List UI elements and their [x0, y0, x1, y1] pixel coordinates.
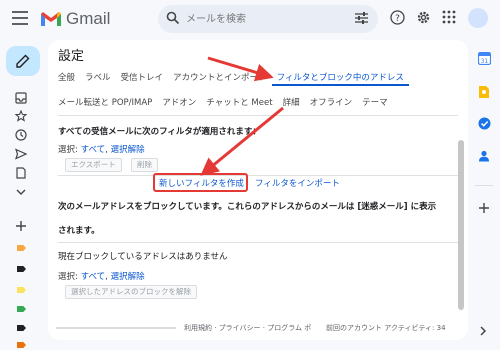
label-orange-icon[interactable] — [17, 245, 26, 251]
divider — [475, 185, 493, 186]
contacts-icon[interactable] — [478, 150, 490, 162]
star-icon[interactable] — [15, 110, 27, 122]
tab-inbox[interactable]: 受信トレイ — [116, 70, 169, 86]
calendar-icon[interactable]: 31 — [478, 52, 491, 65]
help-icon[interactable]: ? — [390, 10, 405, 25]
tab-filters-blocked[interactable]: フィルタとブロック中のアドレス — [271, 70, 409, 86]
select-none-link[interactable]: 選択解除 — [111, 145, 145, 155]
settings-tabs-row-1: 全般 ラベル 受信トレイ アカウントとインポート フィルタとブロック中のアドレス — [48, 70, 409, 86]
filters-select-row: 選択: すべて, 選択解除 — [58, 145, 145, 155]
label-green-icon[interactable] — [17, 306, 26, 312]
export-button[interactable]: エクスポート — [65, 158, 122, 172]
divider — [58, 175, 458, 176]
top-bar: Gmail ? — [0, 0, 500, 40]
create-filter-link[interactable]: 新しいフィルタを作成 — [159, 177, 244, 189]
chevron-down-icon[interactable] — [15, 186, 27, 198]
label-black-icon[interactable] — [17, 325, 26, 331]
tab-chat-meet[interactable]: チャットと Meet — [201, 95, 277, 111]
filters-heading: すべての受信メールに次のフィルタが適用されます： — [58, 127, 261, 137]
avatar[interactable] — [468, 8, 488, 28]
tab-forwarding-pop-imap[interactable]: メール転送と POP/IMAP — [48, 95, 157, 111]
blocked-heading-line1: 次のメールアドレスをブロックしています。これらのアドレスからのメールは [迷惑メ… — [58, 202, 437, 212]
tab-themes[interactable]: テーマ — [357, 95, 393, 111]
app-name: Gmail — [66, 9, 111, 28]
plus-icon[interactable] — [478, 202, 490, 214]
blocked-none-text: 現在ブロックしているアドレスはありません — [58, 252, 228, 262]
footer: 利用規約 · プライバシー · プログラム ポ 前回のアカウント アクティビティ… — [56, 323, 461, 340]
gear-icon[interactable] — [416, 10, 431, 25]
settings-panel: 設定 全般 ラベル 受信トレイ アカウントとインポート フィルタとブロック中のア… — [48, 40, 468, 340]
send-icon[interactable] — [15, 148, 27, 160]
label-black-icon[interactable] — [17, 266, 26, 272]
search-icon[interactable] — [166, 11, 180, 25]
tab-advanced[interactable]: 詳細 — [278, 95, 305, 111]
keep-icon[interactable] — [478, 85, 490, 99]
footer-links[interactable]: 利用規約 · プライバシー · プログラム ポ — [184, 323, 311, 333]
tune-icon[interactable] — [355, 12, 368, 24]
select-all-link[interactable]: すべて — [81, 272, 106, 282]
select-none-link[interactable]: 選択解除 — [111, 272, 145, 282]
page-title: 設定 — [58, 49, 85, 64]
search-input[interactable] — [186, 10, 336, 28]
divider — [58, 242, 458, 243]
gmail-m-icon — [41, 12, 61, 26]
chevron-right-icon[interactable] — [478, 325, 488, 337]
settings-tabs-row-2: メール転送と POP/IMAP アドオン チャットと Meet 詳細 オフライン… — [48, 95, 393, 111]
label-yellow-icon[interactable] — [17, 287, 26, 293]
menu-icon[interactable] — [12, 11, 28, 25]
select-all-link[interactable]: すべて — [81, 145, 106, 155]
gmail-logo[interactable]: Gmail — [40, 9, 110, 29]
search-bar[interactable] — [158, 5, 378, 33]
svg-text:?: ? — [395, 14, 400, 24]
divider — [58, 115, 458, 116]
svg-text:31: 31 — [481, 58, 489, 65]
tab-general[interactable]: 全般 — [48, 70, 80, 86]
plus-icon[interactable] — [15, 220, 27, 232]
label-orange-icon[interactable] — [17, 342, 26, 348]
clock-icon[interactable] — [15, 129, 27, 141]
last-activity: 前回のアカウント アクティビティ: 34 — [326, 324, 446, 332]
blocked-select-row: 選択: すべて, 選択解除 — [58, 272, 145, 282]
pencil-icon — [16, 54, 30, 68]
tab-offline[interactable]: オフライン — [305, 95, 358, 111]
scrollbar[interactable] — [458, 140, 464, 310]
tab-accounts-import[interactable]: アカウントとインポート — [168, 70, 272, 86]
select-label: 選択: — [58, 145, 78, 155]
tab-addons[interactable]: アドオン — [157, 95, 201, 111]
blocked-heading-line2: されます。 — [58, 226, 100, 236]
compose-button[interactable] — [6, 46, 40, 76]
draft-icon[interactable] — [15, 167, 27, 179]
tab-labels[interactable]: ラベル — [80, 70, 116, 86]
import-filters-link[interactable]: フィルタをインポート — [255, 177, 340, 189]
tasks-icon[interactable] — [478, 117, 491, 130]
apps-grid-icon[interactable] — [442, 10, 456, 24]
inbox-icon[interactable] — [15, 92, 27, 104]
delete-button[interactable]: 削除 — [131, 158, 158, 172]
unblock-selected-button[interactable]: 選択したアドレスのブロックを解除 — [65, 285, 197, 299]
storage-bar — [56, 327, 176, 329]
select-label: 選択: — [58, 272, 78, 282]
